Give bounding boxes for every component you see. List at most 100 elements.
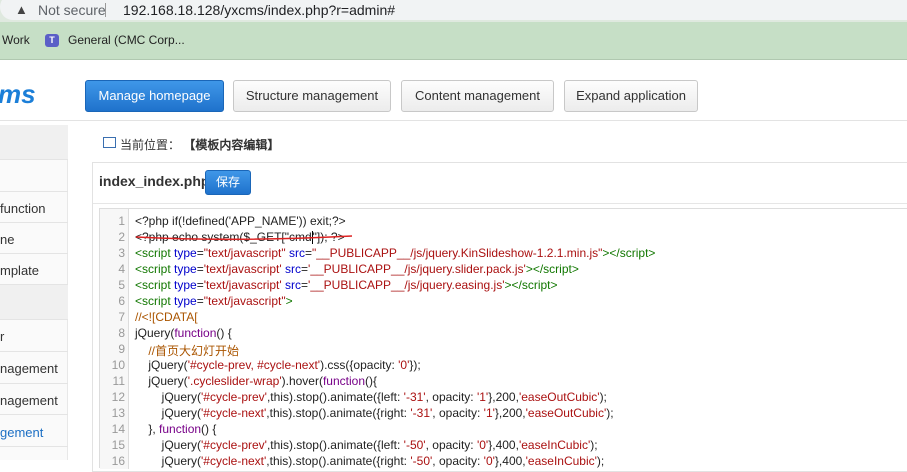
code-token: '__PUBLICAPP__/js/jquery.slider.pack.js' [308,262,526,276]
code-token: > [285,294,293,308]
line-number: 2 [118,230,125,244]
line-number: 12 [111,390,125,404]
code-token: , opacity: [425,438,477,452]
code-token: },400, [488,438,519,452]
code-token: '1' [483,406,495,420]
code-editor[interactable]: 1 <?php if(!defined('APP_NAME')) exit;?> 2… [99,208,907,469]
code-line[interactable]: jQuery(function() { [135,326,232,340]
bookmarks-bar: Work T General (CMC Corp... [0,22,907,60]
code-line[interactable]: <script type='text/javascript' src='__PU… [135,262,579,276]
code-token: , opacity: [425,390,477,404]
code-token: = [196,278,204,292]
code-token: //首页大幻灯开始 [148,344,240,358]
code-token: ).css({opacity: [320,358,399,372]
code-line[interactable]: <script type="text/javascript"> [135,294,293,308]
code-token: "text/javascript" [203,246,286,260]
warning-icon[interactable]: ▲ [15,2,28,17]
code-line[interactable]: <?php if(!defined('APP_NAME')) exit;?> [135,214,346,228]
code-token: '0' [398,358,410,372]
sidebar-item-management-1[interactable]: nagement [0,352,68,384]
sidebar-item[interactable] [0,160,68,192]
code-token: '__PUBLICAPP__/js/jquery.easing.js' [308,278,505,292]
code-line[interactable]: jQuery('#cycle-next',this).stop().animat… [135,454,605,468]
code-token: ></script> [525,262,579,276]
code-token: 'text/javascript' [203,262,282,276]
code-token: jQuery( [135,326,175,340]
nav-expand-application[interactable]: Expand application [564,80,698,112]
code-token: '-31' [403,390,426,404]
code-line[interactable]: jQuery('#cycle-prev',this).stop().animat… [135,438,598,452]
code-token: <script [135,262,175,276]
code-line[interactable]: <script type="text/javascript" src="__PU… [135,246,655,260]
line-number: 9 [118,342,125,356]
code-token: = [196,262,204,276]
line-number: 16 [111,454,125,468]
code-token: <script [135,246,175,260]
sidebar-item-r[interactable]: r [0,320,68,352]
url-text[interactable]: 192.168.18.128/yxcms/index.php?r=admin# [123,2,395,18]
sidebar-item-management-2[interactable]: nagement [0,384,68,415]
breadcrumb: 当前位置： 【模板内容编辑】 [120,138,280,152]
code-token: '1' [476,390,489,404]
code-token: },200, [488,390,519,404]
code-token: ></script> [504,278,558,292]
code-token: //<![CDATA[ [135,310,198,324]
nav-content-management[interactable]: Content management [401,80,554,112]
code-line[interactable]: jQuery('.cycleslider-wrap').hover(functi… [135,374,377,388]
code-token: ).hover( [281,374,323,388]
code-token: jQuery( [135,454,202,468]
code-token: = [301,278,309,292]
code-token: () { [216,326,232,340]
code-token: ); [590,438,598,452]
code-line[interactable]: jQuery('#cycle-prev, #cycle-next').css({… [135,358,420,372]
save-button[interactable]: 保存 [205,170,251,195]
line-number: 15 [111,438,125,452]
line-number: 5 [118,278,125,292]
bookmark-general[interactable]: General (CMC Corp... [68,33,185,47]
code-token: '0' [483,454,495,468]
code-line[interactable]: //<![CDATA[ [135,310,198,324]
code-token: ); [606,406,614,420]
logo[interactable]: ms [0,79,36,110]
code-token: () { [201,422,217,436]
line-number: 10 [111,358,125,372]
sidebar-item-function[interactable]: function [0,192,68,223]
code-token: '-50' [403,438,426,452]
code-token: function [174,326,217,340]
code-line[interactable]: jQuery('#cycle-next',this).stop().animat… [135,406,614,420]
line-number: 13 [111,406,125,420]
line-number: 7 [118,310,125,324]
code-token: , opacity: [432,406,484,420]
code-token: ></script> [602,246,656,260]
nav-structure-management[interactable]: Structure management [233,80,391,112]
line-number: 8 [118,326,125,340]
code-token: function [322,374,365,388]
line-number: 4 [118,262,125,276]
code-line[interactable]: }, function() { [135,422,216,436]
sidebar-item-theme[interactable]: ne [0,223,68,254]
code-token: "__PUBLICAPP__/js/jquery.KinSlideshow-1.… [311,246,603,260]
sidebar-item-template[interactable]: mplate [0,254,68,285]
code-token: ,this).stop().animate({left: [266,390,404,404]
code-token: 'text/javascript' [203,278,282,292]
code-line[interactable]: jQuery('#cycle-prev',this).stop().animat… [135,390,607,404]
address-bar[interactable]: ▲ Not secure 192.168.18.128/yxcms/index.… [0,0,907,22]
code-token: 'easeOutCubic' [525,406,607,420]
code-token: <script [135,278,175,292]
bookmark-work[interactable]: Work [2,33,30,47]
code-token: = [196,294,204,308]
code-line[interactable]: <script type='text/javascript' src='__PU… [135,278,558,292]
code-token: src [281,262,302,276]
security-label[interactable]: Not secure [38,2,106,18]
file-name: index_index.php [99,173,210,189]
code-token: "text/javascript" [203,294,286,308]
code-token: <?php if(!defined('APP_NAME')) exit;?> [135,214,346,228]
code-token: '#cycle-prev' [201,438,267,452]
nav-manage-homepage[interactable]: Manage homepage [85,80,224,112]
code-token: },200, [494,406,526,420]
sidebar-item-management-active[interactable]: gement [0,415,68,447]
code-token: jQuery( [135,358,188,372]
code-line[interactable]: //首页大幻灯开始 [135,342,239,359]
code-token: = [301,262,309,276]
line-number: 3 [118,246,125,260]
